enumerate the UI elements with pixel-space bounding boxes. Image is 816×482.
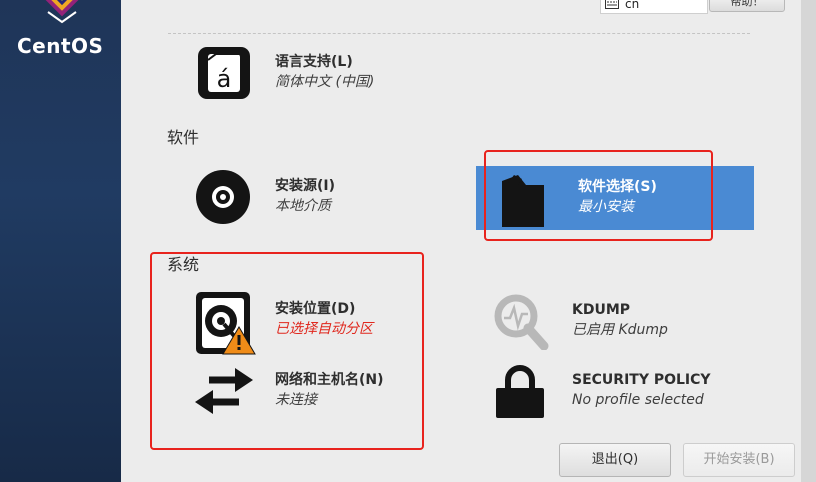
keyboard-icon <box>605 0 619 9</box>
centos-logo-icon <box>43 0 81 24</box>
right-strip <box>801 0 816 482</box>
quit-button[interactable]: 退出(Q) <box>559 443 671 477</box>
magnifier-icon <box>492 292 550 351</box>
keyboard-layout-label: cn <box>625 0 640 11</box>
section-software: 软件 <box>167 128 200 147</box>
spoke-kdump-title: KDUMP <box>572 302 631 318</box>
begin-installation-button[interactable]: 开始安装(B) <box>683 443 795 477</box>
spoke-installation-source[interactable]: 安装源(I) 本地介质 <box>195 168 335 226</box>
spoke-security-policy[interactable]: SECURITY POLICY No profile selected <box>492 362 711 420</box>
spoke-language-support[interactable]: á 语言支持(L) 简体中文 (中国) <box>195 44 374 102</box>
brand-name: CentOS <box>17 34 104 58</box>
spoke-install-source-status: 本地介质 <box>275 198 331 214</box>
divider <box>168 33 750 34</box>
help-button[interactable]: 帮助！ <box>709 0 785 12</box>
spoke-security-title: SECURITY POLICY <box>572 372 711 388</box>
spoke-security-status: No profile selected <box>572 392 704 408</box>
spoke-language-title: 语言支持(L) <box>275 54 353 70</box>
disc-icon <box>195 168 253 226</box>
spoke-language-status: 简体中文 (中国) <box>275 74 375 90</box>
annotation-box-software <box>484 150 713 241</box>
lock-icon <box>492 362 550 420</box>
spoke-kdump[interactable]: KDUMP 已启用 Kdump <box>492 292 668 351</box>
sidebar: CentOS <box>0 0 121 482</box>
keyboard-layout-indicator[interactable]: cn <box>600 0 708 14</box>
spoke-install-source-title: 安装源(I) <box>275 178 336 194</box>
annotation-box-system <box>150 252 424 450</box>
svg-text:á: á <box>217 65 232 93</box>
language-icon: á <box>195 44 253 102</box>
spoke-kdump-status: 已启用 Kdump <box>572 322 668 338</box>
